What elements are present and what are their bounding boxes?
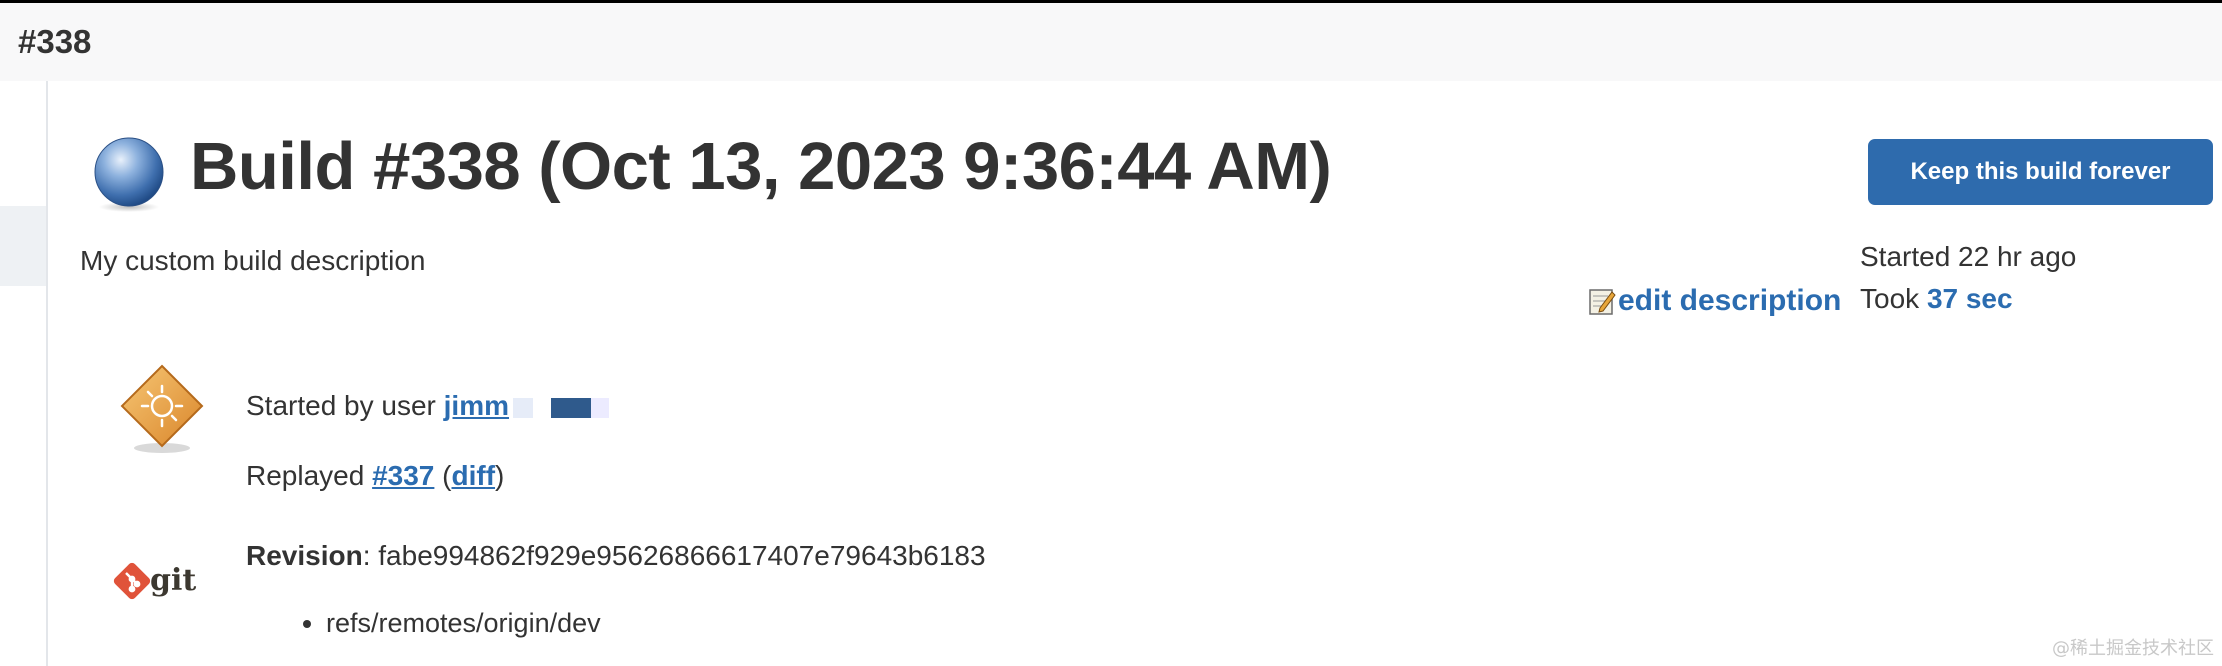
redacted-block-dark: [551, 397, 592, 418]
branch-item: refs/remotes/origin/dev: [326, 608, 601, 639]
duration-link[interactable]: 37 sec: [1927, 283, 2013, 314]
open-paren: (: [434, 460, 452, 491]
duration-line: Took 37 sec: [1860, 278, 2076, 320]
watermark: @稀土掘金技术社区: [2052, 638, 2214, 659]
side-panel: [0, 81, 48, 666]
branch-list: refs/remotes/origin/dev: [300, 608, 601, 639]
build-meta: Started 22 hr ago Took 37 sec: [1860, 236, 2076, 320]
user-cause-icon: [120, 364, 204, 453]
build-description: My custom build description: [80, 245, 426, 276]
started-time: Started 22 hr ago: [1860, 241, 2077, 272]
breadcrumb-bar: #338: [0, 0, 2222, 81]
diff-link[interactable]: diff: [452, 460, 496, 491]
took-label: Took: [1860, 283, 1927, 314]
revision-label: Revision: [246, 540, 363, 571]
edit-description-link[interactable]: edit description: [1588, 284, 1841, 318]
edit-description-label: edit description: [1618, 284, 1842, 317]
replayed-label: Replayed: [246, 460, 373, 491]
git-logo-icon: git: [113, 562, 196, 600]
blue-ball-icon: [94, 137, 164, 212]
edit-note-icon: [1589, 289, 1616, 315]
user-link[interactable]: jimm: [444, 390, 509, 421]
close-paren: ): [495, 460, 505, 491]
replayed-build-link[interactable]: #337: [372, 460, 434, 491]
redacted-block-faint: [591, 397, 610, 418]
page-title: Build #338 (Oct 13, 2023 9:36:44 AM): [190, 129, 1332, 204]
git-logo-text: git: [150, 563, 196, 598]
revision-separator: :: [362, 540, 379, 571]
started-by-label: Started by user: [246, 390, 444, 421]
redacted-block-light: [513, 397, 534, 418]
started-by-line: Started by user jimm: [246, 390, 610, 422]
replayed-line: Replayed #337 (diff): [246, 460, 504, 492]
revision-hash: fabe994862f929e95626866617407e79643b6183: [378, 540, 986, 571]
side-panel-active-item[interactable]: [0, 206, 46, 286]
breadcrumb-build-number[interactable]: #338: [18, 23, 91, 61]
revision-line: Revision: fabe994862f929e95626866617407e…: [246, 540, 986, 572]
keep-build-forever-button[interactable]: Keep this build forever: [1868, 139, 2213, 205]
